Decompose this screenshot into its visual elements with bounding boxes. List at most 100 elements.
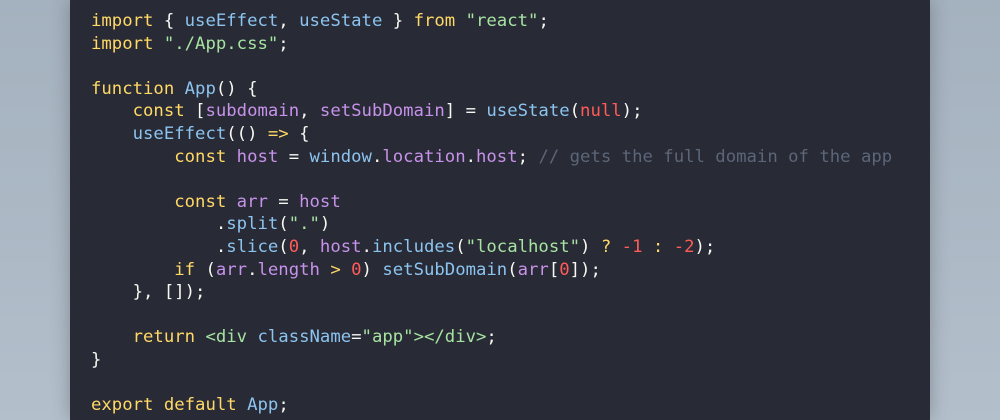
punctuation-token: ( <box>455 236 466 257</box>
identifier-token: useState <box>299 11 383 31</box>
punctuation-token: , <box>299 101 320 122</box>
function-name-token: includes <box>371 236 456 257</box>
punctuation-token: . <box>91 214 227 235</box>
keyword-token: function <box>91 78 175 99</box>
punctuation-token: ; <box>486 327 497 348</box>
function-name-token: useState <box>486 101 570 122</box>
keyword-token: default <box>163 395 237 416</box>
punctuation-token: ; <box>278 33 289 54</box>
function-name-token: useEffect <box>132 123 227 144</box>
keyword-token: return <box>132 327 196 348</box>
keyword-token: const <box>174 146 227 167</box>
punctuation-token: , <box>278 11 300 31</box>
code-line: export default App; <box>91 394 892 417</box>
variable-token: length <box>257 259 320 280</box>
keyword-token: const <box>174 191 227 212</box>
code-line: .slice(0, host.includes("localhost") ? -… <box>91 236 892 259</box>
punctuation-token: ; <box>278 395 289 416</box>
code-line: const arr = host <box>91 191 892 214</box>
punctuation-token: . <box>371 146 383 167</box>
punctuation-token: ) <box>319 214 331 235</box>
keyword-token: export <box>91 395 154 416</box>
punctuation-token: ( <box>507 259 518 280</box>
literal-token: null <box>580 101 622 122</box>
function-name-token: slice <box>226 236 279 257</box>
code-line: return <div className="app"></div>; <box>91 326 892 349</box>
code-line: function App() { <box>91 78 892 101</box>
punctuation-token: . <box>465 146 476 167</box>
operator-token: : <box>652 236 664 257</box>
string-token: "./App.css" <box>163 33 279 54</box>
variable-token: arr <box>215 259 248 280</box>
variable-token: subdomain <box>205 101 300 122</box>
punctuation-token: . <box>361 236 372 257</box>
string-token: "localhost" <box>465 236 581 257</box>
punctuation-token: { <box>153 11 185 31</box>
punctuation-token: ]); <box>569 259 601 280</box>
identifier-token: App <box>247 395 279 416</box>
punctuation-token: , <box>299 236 320 257</box>
variable-token: arr <box>517 259 549 280</box>
punctuation-token: } <box>91 349 102 370</box>
variable-token: host <box>319 236 362 257</box>
jsx-attribute-token: className <box>257 327 352 348</box>
number-token: 0 <box>288 236 300 257</box>
variable-token: host <box>299 191 341 212</box>
keyword-token: if <box>174 259 196 280</box>
punctuation-token: ); <box>694 236 716 257</box>
jsx-tag-token: <div <box>205 327 248 348</box>
code-editor-window: import { useEffect, useState } from "rea… <box>70 0 930 420</box>
code-line: .split(".") <box>91 213 892 236</box>
function-name-token: setSubDomain <box>382 259 508 280</box>
code-line: ​ <box>91 372 892 395</box>
number-token: 0 <box>559 259 570 280</box>
punctuation-token: (() <box>226 123 268 144</box>
code-line: const [subdomain, setSubDomain] = useSta… <box>91 100 892 123</box>
punctuation-token: ; <box>538 11 549 31</box>
variable-token: location <box>382 146 466 167</box>
punctuation-token: ) <box>361 259 383 280</box>
punctuation-token: }, []); <box>91 282 206 303</box>
code-line: const host = window.location.host; // ge… <box>91 146 892 169</box>
punctuation-token: ( <box>278 236 289 257</box>
punctuation-token: = <box>267 191 300 212</box>
number-token: -1 <box>621 236 643 257</box>
variable-token: arr <box>236 191 268 212</box>
punctuation-token: { <box>288 123 310 144</box>
keyword-token: const <box>132 101 185 122</box>
string-token: "react" <box>465 11 539 31</box>
code-line: }, []); <box>91 281 892 304</box>
code-line: ​ <box>91 304 892 327</box>
number-token: 0 <box>351 259 362 280</box>
code-line: ​ <box>91 168 892 191</box>
identifier-token: window <box>309 146 372 167</box>
function-name-token: App <box>184 78 216 99</box>
identifier-token: useEffect <box>184 11 279 31</box>
code-block: import { useEffect, useState } from "rea… <box>91 10 892 417</box>
punctuation-token: = <box>278 146 310 167</box>
keyword-token: import <box>91 33 154 54</box>
punctuation-token: ] = <box>444 101 487 122</box>
variable-token: setSubDomain <box>319 101 445 122</box>
operator-token: ? <box>600 236 612 257</box>
punctuation-token: [ <box>184 101 206 122</box>
punctuation-token: } <box>382 11 414 31</box>
punctuation-token: ; <box>517 146 539 167</box>
punctuation-token: ) <box>580 236 601 257</box>
function-name-token: split <box>226 214 279 235</box>
operator-token: > <box>330 259 341 280</box>
punctuation-token: () { <box>215 78 258 99</box>
variable-token: host <box>476 146 518 167</box>
